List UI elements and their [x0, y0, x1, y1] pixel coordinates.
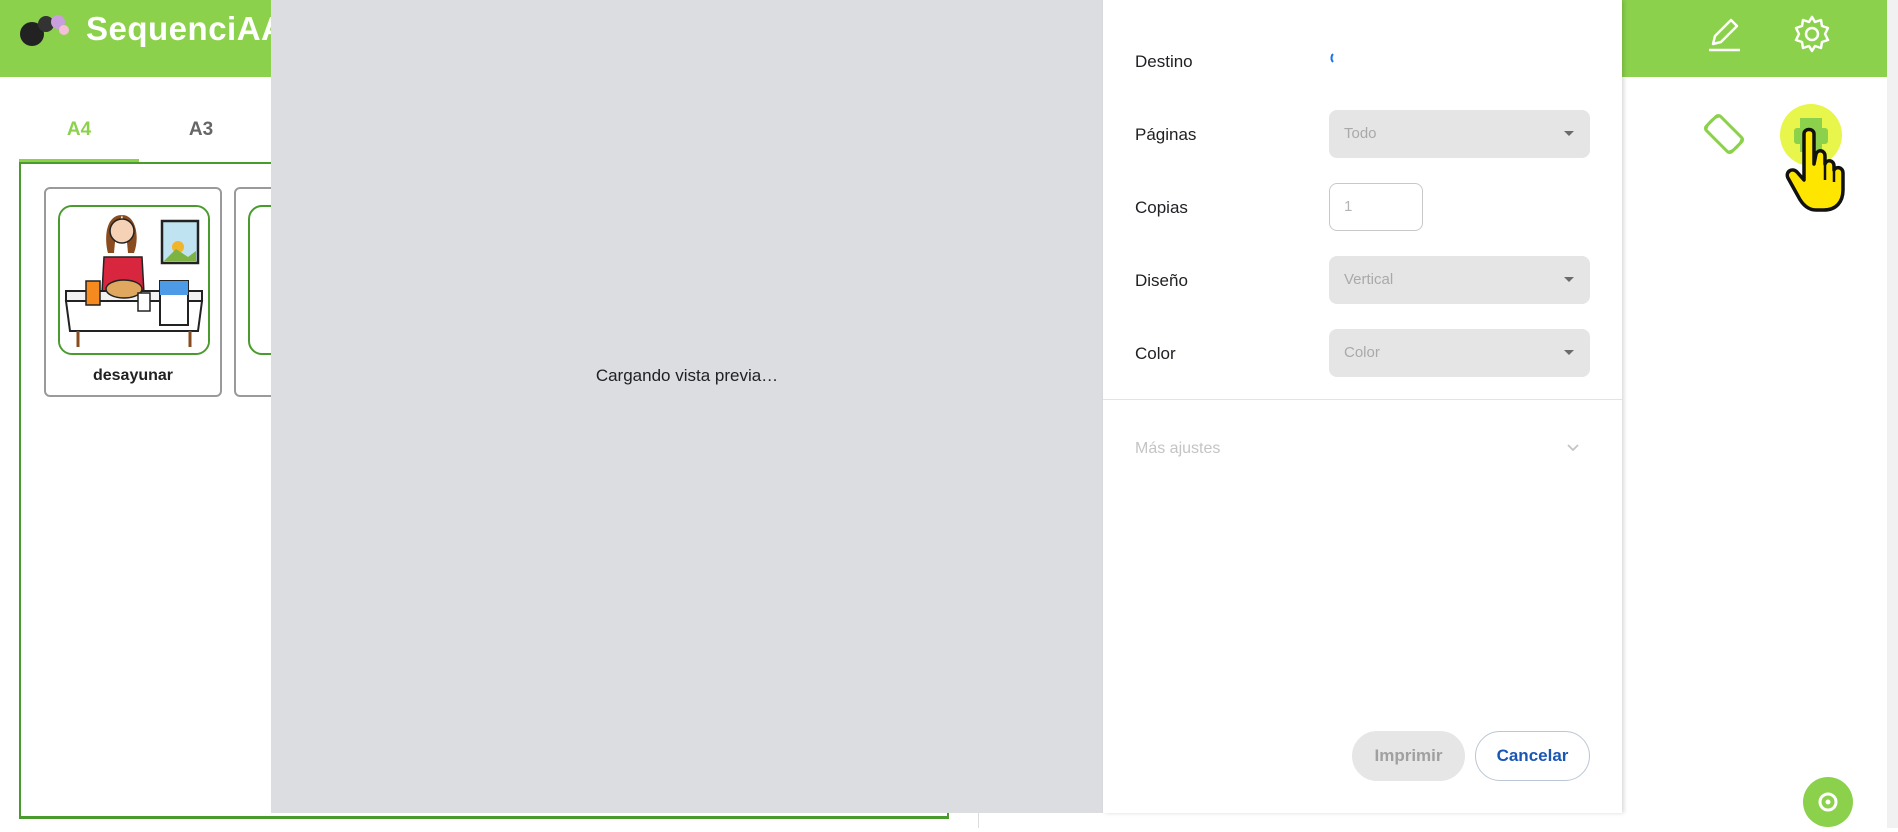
layout-select[interactable]: Vertical — [1329, 256, 1590, 304]
destination-label: Destino — [1135, 52, 1193, 71]
pictogram-label: desayunar — [92, 367, 174, 384]
pages-select[interactable]: Todo — [1329, 110, 1590, 158]
layout-label: Diseño — [1135, 271, 1188, 290]
loading-spinner-icon — [1330, 53, 1334, 63]
print-preview-area: Cargando vista previa… — [271, 0, 1103, 813]
layout-select-value: Vertical — [1344, 271, 1394, 288]
tab-a3[interactable]: A3 — [141, 100, 261, 160]
hand-cursor-icon — [1785, 127, 1845, 212]
app-logo-icon — [20, 15, 69, 46]
preview-loading-message: Cargando vista previa… — [595, 366, 779, 385]
chevron-down-icon — [1564, 350, 1574, 355]
pages-label: Páginas — [1135, 125, 1197, 144]
pages-select-value: Todo — [1344, 125, 1377, 142]
more-settings-toggle[interactable]: Más ajustes — [1135, 440, 1220, 458]
gear-icon[interactable] — [1792, 14, 1832, 54]
print-settings-panel: Destino Páginas Todo Copias 1 Diseño Ver… — [1103, 0, 1622, 813]
chevron-down-icon[interactable] — [1565, 440, 1581, 456]
chat-icon — [1818, 792, 1838, 812]
cancel-button[interactable]: Cancelar — [1475, 731, 1590, 781]
color-label: Color — [1135, 344, 1176, 363]
rotate-screen-icon[interactable] — [1700, 110, 1748, 158]
tab-a4[interactable]: A4 — [19, 100, 139, 163]
pictogram-card[interactable]: desayunar — [44, 187, 222, 397]
chevron-down-icon — [1564, 131, 1574, 136]
settings-divider — [1103, 399, 1622, 400]
color-select[interactable]: Color — [1329, 329, 1590, 377]
page-scrollbar[interactable] — [1887, 0, 1898, 828]
chevron-down-icon — [1564, 277, 1574, 282]
copies-label: Copias — [1135, 198, 1188, 217]
pictogram-image — [58, 205, 210, 355]
copies-input[interactable]: 1 — [1329, 183, 1423, 231]
print-submit-button[interactable]: Imprimir — [1352, 731, 1465, 781]
color-select-value: Color — [1344, 344, 1380, 361]
chat-fab-button[interactable] — [1803, 777, 1853, 827]
pencil-icon[interactable] — [1704, 14, 1744, 54]
